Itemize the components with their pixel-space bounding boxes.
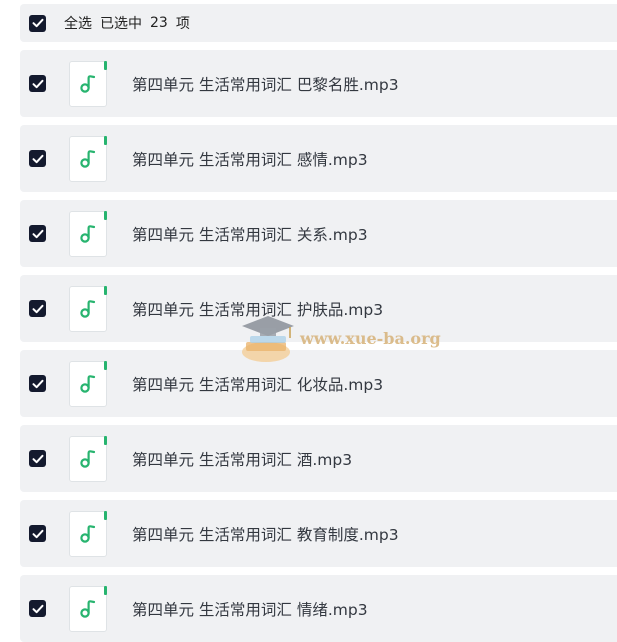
music-note-icon [80, 524, 96, 543]
file-row[interactable]: 第四单元 生活常用词汇 关系.mp3 [20, 200, 617, 267]
music-note-icon [80, 449, 96, 468]
file-checkbox[interactable] [29, 450, 46, 467]
file-checkbox[interactable] [29, 150, 46, 167]
audio-file-icon [69, 510, 107, 557]
checkmark-icon [32, 604, 43, 613]
file-name[interactable]: 第四单元 生活常用词汇 关系.mp3 [132, 223, 368, 245]
file-name[interactable]: 第四单元 生活常用词汇 酒.mp3 [132, 448, 352, 470]
file-row[interactable]: 第四单元 生活常用词汇 情绪.mp3 [20, 575, 617, 642]
audio-file-icon [69, 360, 107, 407]
select-all-checkbox[interactable] [29, 14, 46, 32]
selected-count: 23 [150, 15, 168, 31]
audio-file-icon [69, 210, 107, 257]
checkmark-icon [32, 304, 43, 313]
music-note-icon [80, 74, 96, 93]
audio-file-icon [69, 135, 107, 182]
audio-file-icon [69, 60, 107, 107]
music-note-icon [80, 224, 96, 243]
file-checkbox[interactable] [29, 225, 46, 242]
audio-file-icon [69, 585, 107, 632]
unit-label: 项 [175, 16, 190, 32]
file-row[interactable]: 第四单元 生活常用词汇 感情.mp3 [20, 125, 617, 192]
checkmark-icon [32, 18, 43, 28]
file-list: 第四单元 生活常用词汇 巴黎名胜.mp3 第四单元 生活常用词汇 感情.mp3 … [20, 50, 617, 642]
file-row[interactable]: 第四单元 生活常用词汇 酒.mp3 [20, 425, 617, 492]
file-row[interactable]: 第四单元 生活常用词汇 护肤品.mp3 [20, 275, 617, 342]
file-name[interactable]: 第四单元 生活常用词汇 情绪.mp3 [132, 598, 368, 620]
file-name[interactable]: 第四单元 生活常用词汇 化妆品.mp3 [132, 373, 383, 395]
checkmark-icon [32, 229, 43, 238]
file-name[interactable]: 第四单元 生活常用词汇 感情.mp3 [132, 148, 368, 170]
selection-header: 全选 已选中 23 项 [20, 4, 617, 42]
music-note-icon [80, 149, 96, 168]
file-row[interactable]: 第四单元 生活常用词汇 化妆品.mp3 [20, 350, 617, 417]
file-checkbox[interactable] [29, 75, 46, 92]
checkmark-icon [32, 529, 43, 538]
audio-file-icon [69, 435, 107, 482]
checkmark-icon [32, 454, 43, 463]
file-checkbox[interactable] [29, 600, 46, 617]
checkmark-icon [32, 379, 43, 388]
file-checkbox[interactable] [29, 525, 46, 542]
file-checkbox[interactable] [29, 375, 46, 392]
checkmark-icon [32, 79, 43, 88]
music-note-icon [80, 374, 96, 393]
file-row[interactable]: 第四单元 生活常用词汇 巴黎名胜.mp3 [20, 50, 617, 117]
selected-label: 已选中 [100, 16, 142, 32]
selection-summary: 全选 已选中 23 项 [64, 13, 190, 33]
select-all-label[interactable]: 全选 [64, 13, 92, 33]
file-name[interactable]: 第四单元 生活常用词汇 护肤品.mp3 [132, 298, 383, 320]
music-note-icon [80, 599, 96, 618]
file-selection-panel: 全选 已选中 23 项 第四单元 生活常用词汇 巴黎名胜.mp3 第四单元 生活… [0, 0, 617, 642]
file-checkbox[interactable] [29, 300, 46, 317]
file-row[interactable]: 第四单元 生活常用词汇 教育制度.mp3 [20, 500, 617, 567]
file-name[interactable]: 第四单元 生活常用词汇 教育制度.mp3 [132, 523, 399, 545]
music-note-icon [80, 299, 96, 318]
audio-file-icon [69, 285, 107, 332]
checkmark-icon [32, 154, 43, 163]
file-name[interactable]: 第四单元 生活常用词汇 巴黎名胜.mp3 [132, 73, 399, 95]
